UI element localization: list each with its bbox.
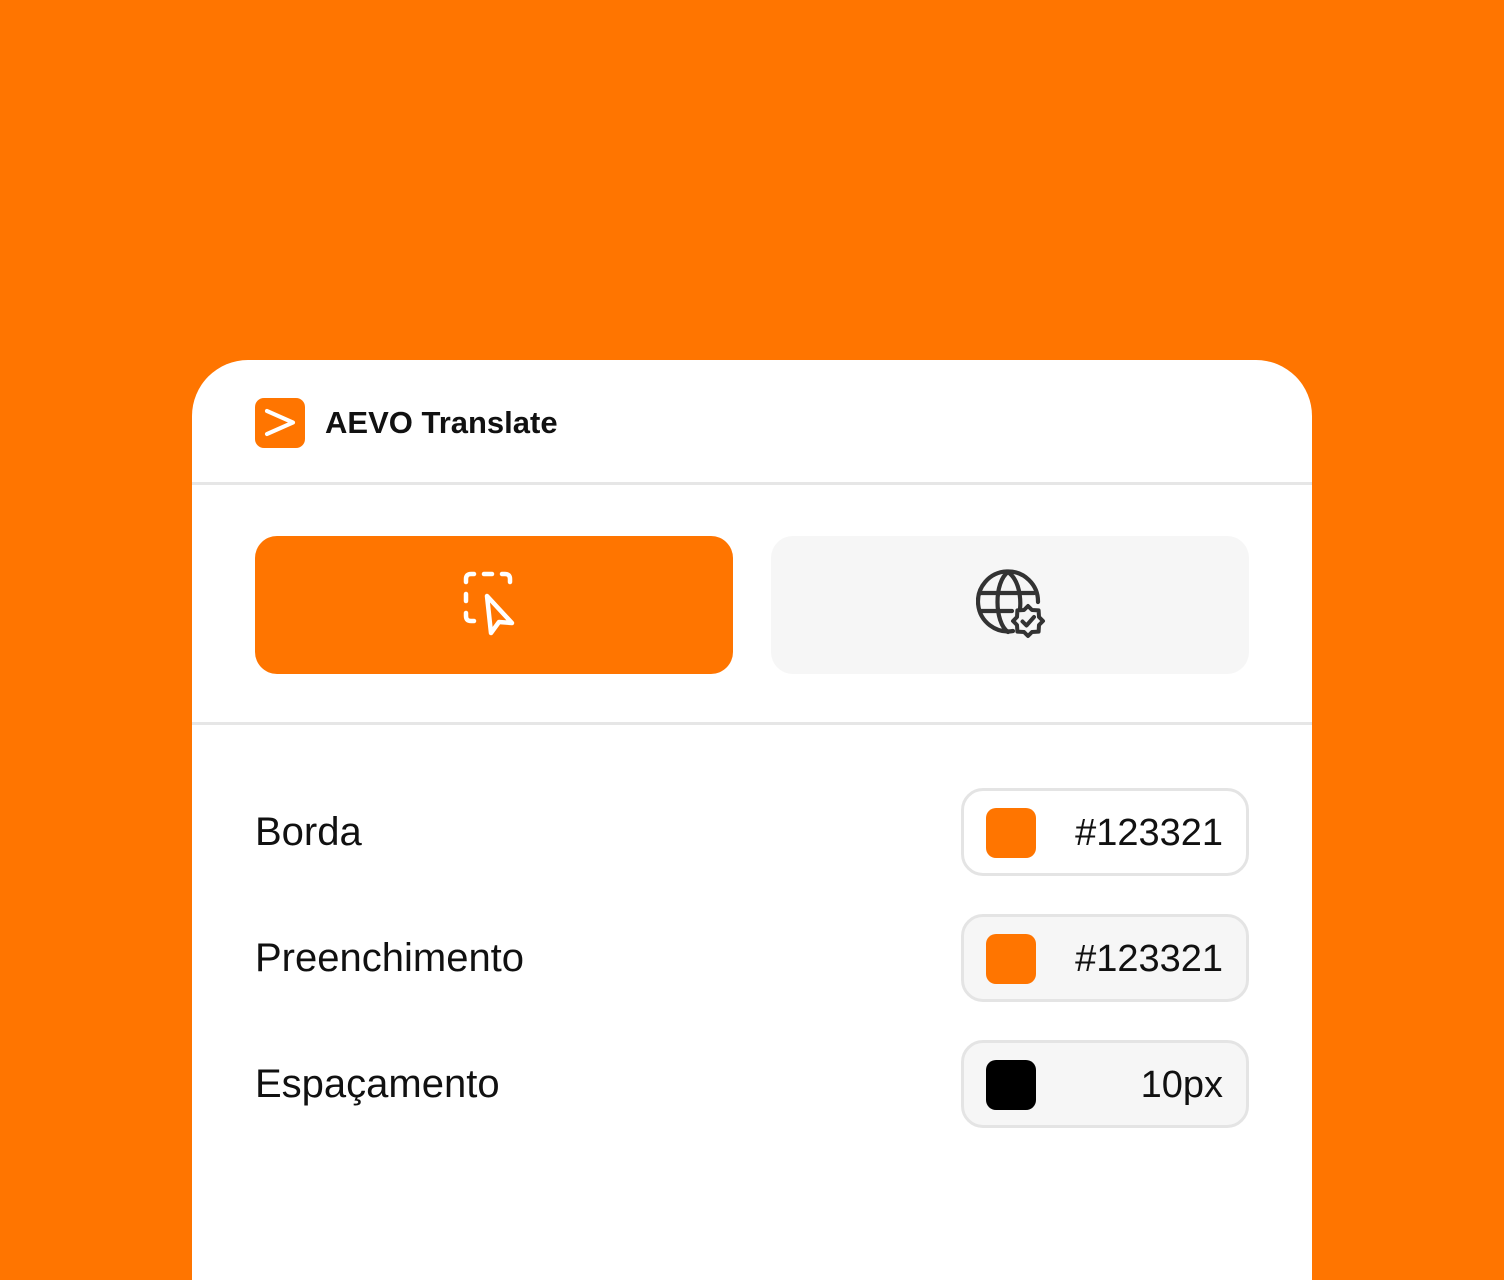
property-value: #123321 <box>1075 938 1223 980</box>
translate-page-mode-button[interactable] <box>771 536 1249 674</box>
color-swatch[interactable] <box>986 934 1036 984</box>
extension-panel: AEVO Translate Borda #123321 Preenchimen… <box>192 360 1312 1280</box>
property-label: Espaçamento <box>255 1062 500 1106</box>
property-row-espacamento: Espaçamento 10px <box>255 1040 1249 1128</box>
property-row-preenchimento: Preenchimento #123321 <box>255 914 1249 1002</box>
property-value: 10px <box>1140 1064 1223 1106</box>
globe-verified-icon <box>976 569 1045 638</box>
color-swatch[interactable] <box>986 808 1036 858</box>
select-area-cursor-icon <box>463 571 515 636</box>
border-color-field[interactable]: #123321 <box>961 788 1249 876</box>
property-label: Preenchimento <box>255 936 525 980</box>
select-element-mode-button[interactable] <box>255 536 733 674</box>
property-row-borda: Borda #123321 <box>255 788 1249 876</box>
fill-color-field[interactable]: #123321 <box>961 914 1249 1002</box>
spacing-field[interactable]: 10px <box>961 1040 1249 1128</box>
property-label: Borda <box>255 810 362 854</box>
app-logo-icon <box>255 398 305 448</box>
app-title: AEVO Translate <box>325 405 558 440</box>
property-value: #123321 <box>1075 812 1223 854</box>
panel-header: AEVO Translate <box>192 360 1312 485</box>
color-swatch[interactable] <box>986 1060 1036 1110</box>
mode-selector <box>192 485 1312 725</box>
